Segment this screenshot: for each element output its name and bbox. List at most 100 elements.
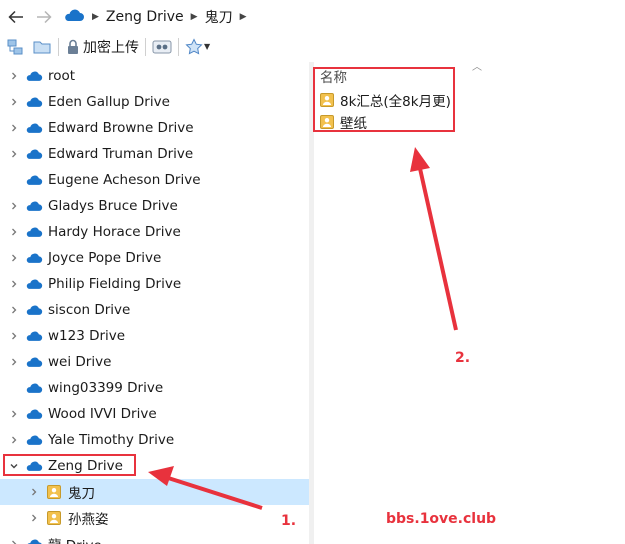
cloud-icon <box>25 407 43 421</box>
tree-item[interactable]: Gladys Bruce Drive <box>0 193 309 219</box>
tree-item-label: Joyce Pope Drive <box>48 250 162 266</box>
chevron-right-icon[interactable] <box>7 201 21 211</box>
cloud-icon <box>25 173 43 187</box>
toolbar-divider <box>178 37 179 56</box>
file-list: 名称 ︿ 8k汇总(全8k月更) 壁纸 <box>314 62 625 544</box>
sort-arrow-icon: ︿ <box>472 62 482 73</box>
encrypt-upload-button[interactable]: 加密上传 <box>63 35 141 59</box>
chevron-right-icon[interactable] <box>7 305 21 315</box>
cloud-icon <box>25 121 43 135</box>
tree-item[interactable]: Eden Gallup Drive <box>0 89 309 115</box>
view-button[interactable] <box>150 35 174 59</box>
tree-item[interactable]: Yale Timothy Drive <box>0 427 309 453</box>
chevron-right-icon: ▶ <box>92 11 99 22</box>
folder-user-icon <box>45 485 63 499</box>
breadcrumb: ▶ Zeng Drive ▶ 鬼刀 ▶ <box>63 7 254 27</box>
watermark: bbs.1ove.club <box>386 511 497 527</box>
cloud-icon <box>25 277 43 291</box>
cloud-icon <box>25 381 43 395</box>
cloud-icon <box>25 303 43 317</box>
tree-item[interactable]: Philip Fielding Drive <box>0 271 309 297</box>
tree-item-label: w123 Drive <box>48 328 126 344</box>
breadcrumb-item[interactable]: 鬼刀 <box>205 7 233 27</box>
chevron-right-icon[interactable] <box>7 149 21 159</box>
tree-view-button[interactable] <box>4 35 30 59</box>
tree-item-label: Edward Truman Drive <box>48 146 194 162</box>
tree-item-label: Yale Timothy Drive <box>48 432 175 448</box>
chevron-right-icon[interactable]: ▶ <box>240 12 247 22</box>
chevron-right-icon[interactable] <box>7 227 21 237</box>
new-folder-button[interactable] <box>30 35 54 59</box>
chevron-right-icon[interactable] <box>7 409 21 419</box>
breadcrumb-item[interactable]: Zeng Drive <box>106 9 184 25</box>
annotation-label-2: 2. <box>455 350 471 366</box>
dropdown-arrow-icon: ▼ <box>204 42 211 51</box>
cloud-icon <box>25 433 43 447</box>
address-bar: ▶ Zeng Drive ▶ 鬼刀 ▶ <box>0 0 625 33</box>
tree-item-label: Hardy Horace Drive <box>48 224 181 240</box>
chevron-right-icon[interactable] <box>7 123 21 133</box>
tree-item-label: siscon Drive <box>48 302 131 318</box>
tree-item[interactable]: Joyce Pope Drive <box>0 245 309 271</box>
tree-item[interactable]: Edward Browne Drive <box>0 115 309 141</box>
annotation-box-tree <box>3 454 136 476</box>
chevron-right-icon[interactable] <box>7 279 21 289</box>
tree-item[interactable]: Edward Truman Drive <box>0 141 309 167</box>
cloud-icon <box>25 147 43 161</box>
folder-icon <box>33 41 51 53</box>
folder-user-icon <box>45 511 63 525</box>
chevron-right-icon[interactable] <box>7 539 21 544</box>
chevron-right-icon[interactable] <box>7 97 21 107</box>
tree-item[interactable]: w123 Drive <box>0 323 309 349</box>
tree-item-label: wing03399 Drive <box>48 380 164 396</box>
star-icon <box>185 37 203 55</box>
eye-icon <box>152 40 172 53</box>
back-arrow-icon <box>8 10 23 23</box>
chevron-right-icon[interactable] <box>7 331 21 341</box>
toolbar: 加密上传 ▼ <box>0 33 625 60</box>
cloud-icon <box>25 251 43 265</box>
forward-arrow-icon <box>37 10 52 23</box>
chevron-right-icon[interactable] <box>27 513 41 523</box>
toolbar-divider <box>145 37 146 56</box>
cloud-icon <box>25 199 43 213</box>
tree-item-label: wei Drive <box>48 354 112 370</box>
cloud-icon <box>25 95 43 109</box>
tree-item[interactable]: 龍 Drive <box>0 531 309 544</box>
tree-view-icon <box>7 39 23 54</box>
tree-item-label: Eugene Acheson Drive <box>48 172 201 188</box>
chevron-right-icon[interactable] <box>7 435 21 445</box>
tree-item-label: root <box>48 68 76 84</box>
tree-item-label: 鬼刀 <box>68 486 95 502</box>
tree-item[interactable]: wei Drive <box>0 349 309 375</box>
chevron-right-icon: ▶ <box>190 11 198 22</box>
tree-item[interactable]: wing03399 Drive <box>0 375 309 401</box>
tree-item-label: Gladys Bruce Drive <box>48 198 178 214</box>
chevron-right-icon[interactable] <box>7 71 21 81</box>
annotation-label-1: 1. <box>281 513 297 529</box>
cloud-icon <box>63 8 85 26</box>
back-button[interactable] <box>5 6 27 28</box>
tree-item[interactable]: root <box>0 63 309 89</box>
toolbar-divider <box>58 37 59 56</box>
chevron-right-icon[interactable] <box>7 253 21 263</box>
tree-item[interactable]: Hardy Horace Drive <box>0 219 309 245</box>
favorites-button[interactable]: ▼ <box>183 35 212 59</box>
tree-item-child[interactable]: 鬼刀 <box>0 479 309 505</box>
tree-item-label: 龍 Drive <box>48 534 102 544</box>
encrypt-upload-label: 加密上传 <box>83 39 139 56</box>
tree-item-child[interactable]: 孙燕姿 <box>0 505 309 531</box>
forward-button[interactable] <box>33 6 55 28</box>
chevron-right-icon[interactable] <box>27 487 41 497</box>
tree-item[interactable]: siscon Drive <box>0 297 309 323</box>
tree-item[interactable]: Eugene Acheson Drive <box>0 167 309 193</box>
tree-item-label: Edward Browne Drive <box>48 120 194 136</box>
tree-item-label: 孙燕姿 <box>68 512 109 528</box>
cloud-icon <box>25 329 43 343</box>
tree-item[interactable]: Wood IVVI Drive <box>0 401 309 427</box>
cloud-icon <box>25 537 43 544</box>
tree-item-label: Eden Gallup Drive <box>48 94 170 110</box>
chevron-right-icon[interactable] <box>7 357 21 367</box>
cloud-icon <box>25 355 43 369</box>
cloud-icon <box>25 225 43 239</box>
